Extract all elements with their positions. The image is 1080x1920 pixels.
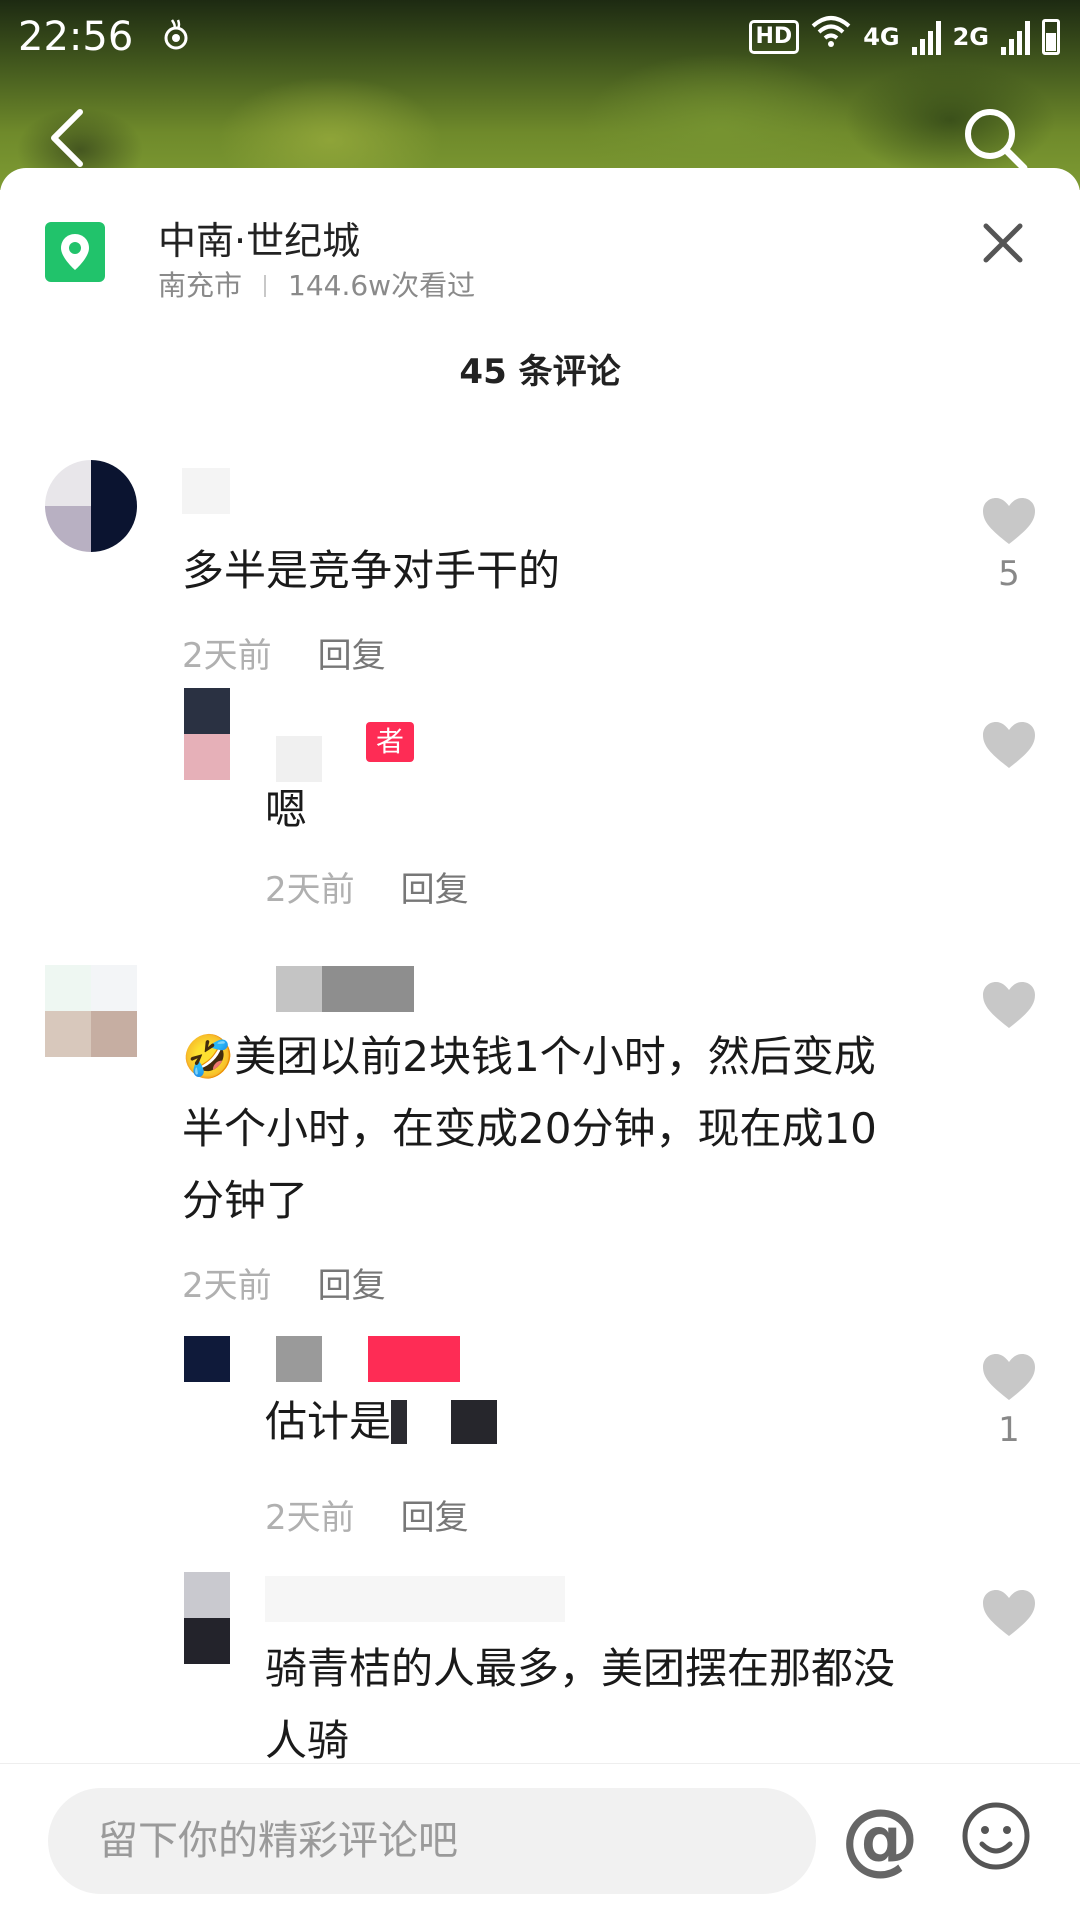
status-time: 22:56: [18, 14, 134, 60]
like-button[interactable]: [979, 720, 1039, 770]
comment-text: 嗯: [265, 785, 308, 834]
comment-text-line: 半个小时，在变成20分钟，现在成10: [182, 1104, 877, 1153]
status-bar: 22:56 HD 4G 2G: [0, 0, 1080, 76]
avatar[interactable]: [45, 460, 137, 552]
comment-time: 2天前: [265, 870, 355, 910]
like-count: 1: [998, 1410, 1020, 1450]
mention-button[interactable]: @: [840, 1794, 920, 1884]
network-2g-label: 2G: [952, 23, 989, 51]
close-button[interactable]: [978, 218, 1028, 268]
comment-time: 2天前: [265, 1498, 355, 1538]
heart-icon: [983, 982, 1035, 1028]
divider: [264, 275, 267, 297]
back-button[interactable]: [44, 108, 94, 168]
comment-text: 估计是: [265, 1386, 498, 1458]
reply-button[interactable]: 回复: [401, 1498, 469, 1538]
location-city: 南充市: [158, 269, 243, 302]
heart-icon: [983, 1590, 1035, 1636]
emoji-button[interactable]: [960, 1800, 1032, 1872]
reply-button[interactable]: 回复: [401, 870, 469, 910]
chevron-left-icon: [51, 109, 83, 167]
screen: 22:56 HD 4G 2G 中南·世纪城 南充市 144.6w次看过 45 条…: [0, 0, 1080, 1920]
comment-sheet: 中南·世纪城 南充市 144.6w次看过 45 条评论 多半是竞争对手干的 2天前…: [0, 168, 1080, 1920]
comment-text: 🤣美团以前2块钱1个小时，然后变成: [182, 1021, 876, 1093]
username[interactable]: [182, 468, 230, 514]
comment-time: 2天前: [182, 1266, 272, 1306]
signal-strength-icon-1: [911, 19, 941, 55]
notification-app-icon: [162, 16, 190, 62]
location-subtitle: 南充市 144.6w次看过: [158, 264, 475, 304]
comment-text-line: 分钟了: [182, 1176, 309, 1225]
comment-input[interactable]: [48, 1788, 816, 1894]
avatar[interactable]: [45, 965, 137, 1057]
comment-text: 多半是竞争对手干的: [182, 546, 561, 595]
author-tag: [368, 1336, 460, 1382]
comment-meta: 2天前 回复: [182, 628, 386, 677]
reply-button[interactable]: 回复: [318, 636, 386, 676]
heart-icon: [983, 722, 1035, 768]
like-button[interactable]: [979, 1588, 1039, 1638]
avatar[interactable]: [184, 688, 230, 780]
close-icon: [983, 223, 1023, 263]
like-button[interactable]: 5: [979, 496, 1039, 594]
avatar[interactable]: [184, 1336, 230, 1428]
heart-icon: [983, 1354, 1035, 1400]
comment-meta: 2天前 回复: [265, 862, 469, 911]
search-icon: [965, 109, 1028, 172]
comment-count: 45 条评论: [459, 352, 621, 392]
location-pin-icon[interactable]: [45, 222, 105, 282]
signal-strength-icon-2: [1001, 19, 1030, 55]
username[interactable]: [276, 966, 414, 1012]
redacted-text: [451, 1400, 498, 1444]
battery-icon: [1042, 19, 1060, 55]
network-4g-label: 4G: [863, 23, 900, 51]
emoji: 🤣: [182, 1032, 235, 1081]
author-tag: 者: [366, 722, 415, 762]
username[interactable]: [276, 1336, 322, 1382]
search-button[interactable]: [960, 104, 1030, 174]
comment-input-bar: @: [0, 1763, 1080, 1920]
wifi-icon: [811, 14, 851, 60]
avatar[interactable]: [184, 1572, 230, 1664]
status-indicators: HD 4G 2G: [748, 14, 1060, 60]
username[interactable]: [265, 1576, 565, 1622]
comment-text-line: 估计是: [265, 1397, 392, 1446]
location-views: 144.6w次看过: [288, 269, 476, 302]
comment-text-line: 骑青桔的人最多，美团摆在那都没: [265, 1644, 896, 1693]
like-count: 5: [998, 554, 1020, 594]
like-button[interactable]: 1: [979, 1352, 1039, 1450]
redacted-text: [391, 1400, 408, 1444]
heart-icon: [983, 498, 1035, 544]
hd-badge: HD: [748, 20, 800, 54]
comment-meta: 2天前 回复: [182, 1258, 386, 1307]
comment-time: 2天前: [182, 636, 272, 676]
location-title[interactable]: 中南·世纪城: [158, 210, 360, 265]
like-button[interactable]: [979, 980, 1039, 1030]
reply-button[interactable]: 回复: [318, 1266, 386, 1306]
comment-text-line: 美团以前2块钱1个小时，然后变成: [234, 1032, 876, 1081]
comment-meta: 2天前 回复: [265, 1490, 469, 1539]
smiley-icon: [962, 1802, 1030, 1870]
